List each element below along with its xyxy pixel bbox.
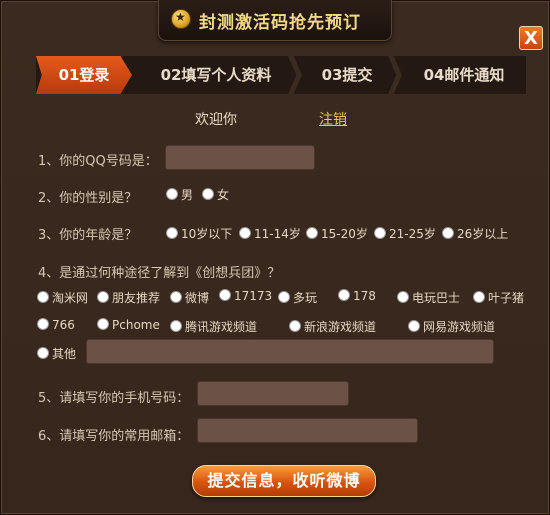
radio-button[interactable]: [473, 291, 485, 303]
source-option[interactable]: 766: [37, 318, 75, 332]
source-option[interactable]: 电玩巴士: [397, 289, 460, 306]
gender-option-female[interactable]: 女: [202, 186, 229, 203]
option-label: 178: [353, 289, 376, 303]
radio-button[interactable]: [442, 227, 454, 239]
source-option[interactable]: 叶子猪: [473, 289, 524, 306]
option-label: 17173: [234, 289, 273, 303]
question-phone: 5、请填写你的手机号码：: [38, 391, 190, 406]
source-option[interactable]: 多玩: [278, 289, 317, 306]
source-option[interactable]: 朋友推荐: [97, 289, 160, 306]
radio-button[interactable]: [97, 291, 109, 303]
option-label: 其他: [52, 347, 77, 361]
step-fill-profile: 02填写个人资料: [160, 66, 272, 84]
step-login: 01登录: [36, 56, 132, 94]
radio-button[interactable]: [239, 227, 251, 239]
age-option[interactable]: 15-20岁: [306, 225, 368, 242]
radio-button[interactable]: [37, 347, 49, 359]
age-option[interactable]: 10岁以下: [166, 225, 232, 242]
radio-button[interactable]: [289, 320, 301, 332]
submit-button[interactable]: 提交信息，收听微博: [192, 465, 376, 497]
source-option[interactable]: 淘米网: [37, 289, 88, 306]
radio-button[interactable]: [408, 320, 420, 332]
age-option[interactable]: 26岁以上: [442, 225, 508, 242]
question-source: 4、是通过何种途径了解到《创想兵团》？: [38, 266, 281, 281]
source-option[interactable]: 网易游戏频道: [408, 318, 495, 335]
radio-button[interactable]: [37, 318, 49, 330]
radio-button[interactable]: [37, 291, 49, 303]
source-option-other[interactable]: 其他: [37, 345, 76, 362]
radio-button[interactable]: [306, 227, 318, 239]
radio-button[interactable]: [166, 188, 178, 200]
radio-button[interactable]: [219, 289, 231, 301]
radio-button[interactable]: [97, 318, 109, 330]
option-label: 电玩巴士: [412, 291, 461, 305]
option-label: 淘米网: [52, 291, 89, 305]
source-option[interactable]: 新浪游戏频道: [289, 318, 376, 335]
logout-link[interactable]: 注销: [319, 112, 347, 128]
option-label: 朋友推荐: [112, 291, 161, 305]
age-option[interactable]: 21-25岁: [374, 225, 436, 242]
step-email-notify: 04邮件通知: [423, 66, 505, 84]
option-label: 10岁以下: [181, 227, 233, 241]
other-source-input[interactable]: [86, 339, 494, 364]
source-option[interactable]: 腾讯游戏频道: [170, 318, 257, 335]
radio-button[interactable]: [202, 188, 214, 200]
question-email: 6、请填写你的常用邮箱：: [38, 429, 190, 444]
radio-button[interactable]: [170, 320, 182, 332]
option-label: 766: [52, 318, 75, 332]
radio-button[interactable]: [338, 289, 350, 301]
question-gender: 2、你的性别是？: [38, 191, 138, 206]
welcome-prefix: 欢迎你: [195, 112, 237, 128]
question-age: 3、你的年龄是？: [38, 228, 138, 243]
option-label: 网易游戏频道: [423, 320, 496, 334]
option-label: 11-14岁: [254, 227, 301, 241]
radio-button[interactable]: [166, 227, 178, 239]
radio-button[interactable]: [397, 291, 409, 303]
phone-input[interactable]: [197, 381, 349, 406]
option-label: 多玩: [293, 291, 318, 305]
step-submit: 03提交: [321, 66, 373, 84]
star-coin-icon: [171, 9, 191, 29]
age-option[interactable]: 11-14岁: [239, 225, 301, 242]
source-option[interactable]: 17173: [219, 289, 272, 303]
source-option[interactable]: Pchome: [97, 318, 160, 332]
option-label: 15-20岁: [321, 227, 368, 241]
option-label: 21-25岁: [389, 227, 436, 241]
email-input[interactable]: [197, 418, 418, 443]
option-label: 26岁以上: [457, 227, 509, 241]
radio-button[interactable]: [170, 291, 182, 303]
option-label: 微博: [185, 291, 210, 305]
gender-option-male[interactable]: 男: [166, 186, 193, 203]
qq-input[interactable]: [165, 145, 315, 170]
option-label: 叶子猪: [488, 291, 525, 305]
option-label: 新浪游戏频道: [304, 320, 377, 334]
dialog-title: 封测激活码抢先预订: [199, 13, 361, 33]
dialog-title-bar: 封测激活码抢先预订: [158, 0, 392, 41]
source-option[interactable]: 178: [338, 289, 376, 303]
source-option[interactable]: 微博: [170, 289, 209, 306]
step-progress: 01登录 02填写个人资料 03提交 04邮件通知: [36, 56, 526, 94]
close-button[interactable]: X: [519, 26, 543, 50]
question-qq: 1、你的QQ号码是：: [38, 154, 158, 169]
welcome-line: 欢迎你 注销: [195, 109, 347, 129]
option-label: 女: [217, 188, 230, 202]
radio-button[interactable]: [374, 227, 386, 239]
option-label: Pchome: [112, 318, 160, 332]
radio-button[interactable]: [278, 291, 290, 303]
option-label: 腾讯游戏频道: [185, 320, 258, 334]
option-label: 男: [181, 188, 194, 202]
